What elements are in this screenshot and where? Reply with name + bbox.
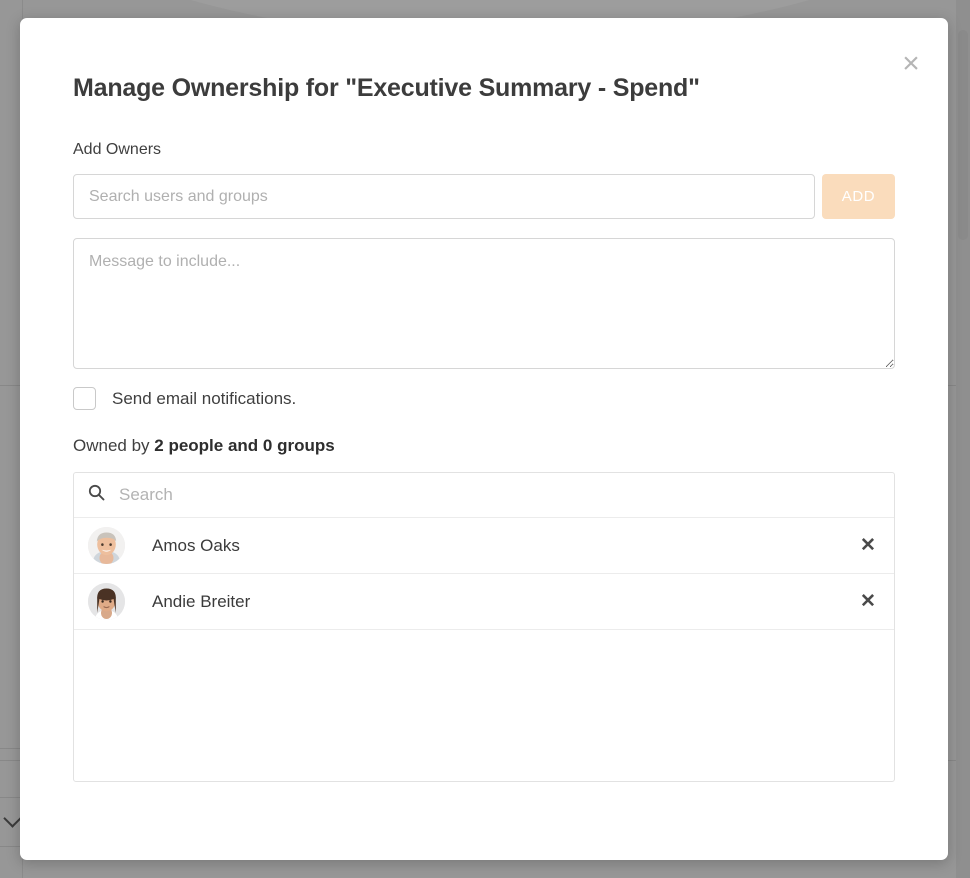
search-users-input[interactable] [73,174,815,219]
send-email-notifications-checkbox[interactable] [73,387,96,410]
page-scrollbar-thumb[interactable] [958,30,968,240]
page-title: Manage Ownership for "Executive Summary … [73,74,895,103]
page-scrollbar[interactable] [956,0,970,878]
close-icon[interactable]: ✕ [856,536,880,555]
search-icon [88,484,105,506]
owner-name: Andie Breiter [152,592,856,612]
list-item[interactable]: Andie Breiter ✕ [74,574,894,630]
add-owners-row: ADD [73,174,895,219]
avatar [88,583,125,620]
add-owners-label: Add Owners [73,141,895,159]
add-button[interactable]: ADD [822,174,895,219]
chevron-down-icon [3,809,21,827]
background-table-row [0,749,22,798]
dialog-body: Manage Ownership for "Executive Summary … [20,18,948,782]
owned-by-count: 2 people and 0 groups [154,436,334,455]
close-icon[interactable]: ✕ [856,592,880,611]
list-item[interactable]: Amos Oaks ✕ [74,518,894,574]
background-table-rows [0,700,22,878]
owners-list-panel: Amos Oaks ✕ Andie Breiter [73,472,895,782]
close-icon[interactable]: × [894,47,928,81]
manage-ownership-dialog: × Manage Ownership for "Executive Summar… [20,18,948,860]
owners-search-input[interactable] [117,484,880,506]
background-table-row [0,798,22,847]
owned-by-summary: Owned by 2 people and 0 groups [73,436,895,456]
owners-search-row [74,473,894,518]
owner-name: Amos Oaks [152,536,856,556]
send-email-notifications-label: Send email notifications. [112,389,296,409]
avatar [88,527,125,564]
message-textarea[interactable] [73,238,895,369]
background-table-row [0,700,22,749]
background-table-row [0,847,22,878]
owned-by-prefix: Owned by [73,436,154,455]
send-email-notifications-row: Send email notifications. [73,387,895,410]
